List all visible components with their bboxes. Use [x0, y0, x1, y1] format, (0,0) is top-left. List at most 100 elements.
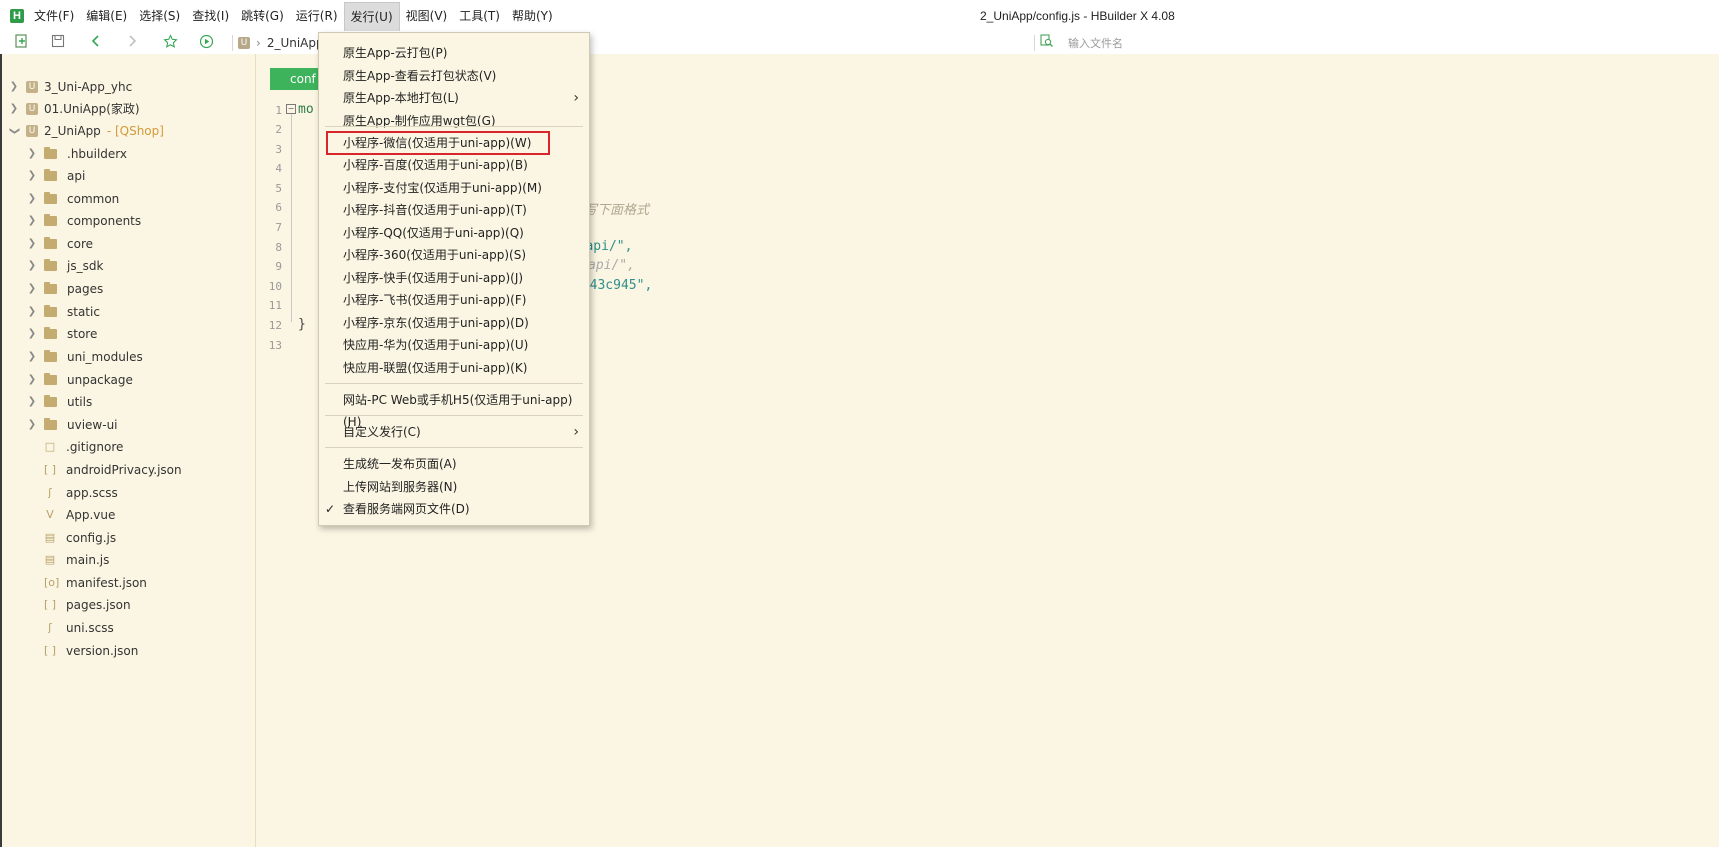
chevron-right-icon[interactable]: ❯ — [26, 369, 38, 391]
chevron-right-icon[interactable]: ❯ — [26, 323, 38, 345]
menu-item-upload-site[interactable]: 上传网站到服务器(N) — [319, 476, 589, 498]
menu-item-mp-kuaishou[interactable]: 小程序-快手(仅适用于uni-app)(J) — [319, 267, 589, 289]
chevron-right-icon[interactable]: ❯ — [26, 255, 38, 277]
menu-item-mp-jd[interactable]: 小程序-京东(仅适用于uni-app)(D) — [319, 312, 589, 334]
tree-folder[interactable]: ❯ store — [26, 323, 97, 345]
chevron-right-icon[interactable]: ❯ — [26, 346, 38, 368]
tree-folder[interactable]: ❯ components — [26, 210, 141, 232]
menu-item-web-h5[interactable]: 网站-PC Web或手机H5(仅适用于uni-app)(H) — [319, 389, 589, 429]
tree-file[interactable]: ʃ app.scss — [44, 482, 118, 504]
breadcrumb-chevron-icon: › — [256, 36, 261, 50]
chevron-right-icon[interactable]: ❯ — [26, 301, 38, 323]
chevron-right-icon[interactable]: ❯ — [8, 98, 20, 120]
line-number: 5 — [275, 182, 282, 195]
tree-file[interactable]: [ ] version.json — [44, 640, 138, 662]
menu-run[interactable]: 运行(R) — [290, 0, 344, 32]
tree-file[interactable]: ʃ uni.scss — [44, 617, 114, 639]
tree-project[interactable]: ❯ U 01.UniApp(家政) — [8, 98, 140, 120]
tree-folder[interactable]: ❯ core — [26, 233, 93, 255]
chevron-right-icon[interactable]: ❯ — [26, 233, 38, 255]
folder-icon — [44, 282, 57, 294]
chevron-right-icon[interactable]: ❯ — [26, 165, 38, 187]
fold-toggle-icon[interactable]: − — [286, 104, 296, 114]
tree-file[interactable]: [ ] pages.json — [44, 594, 131, 616]
tree-project[interactable]: ❯ U 2_UniApp - [QShop] — [8, 120, 164, 142]
toolbar-divider — [1034, 35, 1035, 51]
menu-item-quickapp-union[interactable]: 快应用-联盟(仅适用于uni-app)(K) — [319, 357, 589, 379]
tree-folder[interactable]: ❯ unpackage — [26, 369, 133, 391]
tree-folder[interactable]: ❯ uview-ui — [26, 414, 118, 436]
forward-icon[interactable] — [122, 34, 142, 52]
menu-goto[interactable]: 跳转(G) — [235, 0, 290, 32]
menu-item-mp-weixin[interactable]: 小程序-微信(仅适用于uni-app)(W) — [319, 132, 589, 154]
chevron-right-icon[interactable]: ❯ — [26, 210, 38, 232]
chevron-right-icon[interactable]: ❯ — [26, 143, 38, 165]
run-icon[interactable] — [196, 34, 216, 52]
menu-select[interactable]: 选择(S) — [133, 0, 186, 32]
tree-folder[interactable]: ❯ api — [26, 165, 85, 187]
chevron-right-icon[interactable]: ❯ — [26, 188, 38, 210]
menu-find[interactable]: 查找(I) — [186, 0, 235, 32]
chevron-right-icon[interactable]: ❯ — [8, 76, 20, 98]
back-icon[interactable] — [86, 34, 106, 52]
check-icon: ✓ — [325, 502, 336, 516]
tree-file[interactable]: [o] manifest.json — [44, 572, 147, 594]
menu-publish[interactable]: 发行(U) — [343, 2, 400, 31]
menu-edit[interactable]: 编辑(E) — [80, 0, 133, 32]
tree-file[interactable]: [ ] androidPrivacy.json — [44, 459, 182, 481]
menu-item-mp-baidu[interactable]: 小程序-百度(仅适用于uni-app)(B) — [319, 154, 589, 176]
menu-item-custom-publish[interactable]: 自定义发行(C) › — [319, 421, 589, 443]
menu-item-quickapp-huawei[interactable]: 快应用-华为(仅适用于uni-app)(U) — [319, 334, 589, 356]
tree-folder[interactable]: ❯ uni_modules — [26, 346, 143, 368]
new-file-icon[interactable] — [12, 34, 32, 52]
chevron-right-icon[interactable]: ❯ — [26, 391, 38, 413]
menu-item-view-server-files[interactable]: ✓ 查看服务端网页文件(D) — [319, 498, 589, 520]
tree-folder[interactable]: ❯ js_sdk — [26, 255, 103, 277]
menu-item-mp-toutiao[interactable]: 小程序-抖音(仅适用于uni-app)(T) — [319, 199, 589, 221]
tree-file[interactable]: □ .gitignore — [44, 436, 124, 458]
tree-file-label: pages.json — [66, 598, 131, 612]
menu-item-mp-360[interactable]: 小程序-360(仅适用于uni-app)(S) — [319, 244, 589, 266]
chevron-down-icon[interactable]: ❯ — [3, 125, 25, 137]
menu-tools[interactable]: 工具(T) — [453, 0, 506, 32]
tree-project-label: 3_Uni-App_yhc — [44, 80, 133, 94]
tree-folder[interactable]: ❯ pages — [26, 278, 103, 300]
menu-file[interactable]: 文件(F) — [28, 0, 80, 32]
tree-folder[interactable]: ❯ .hbuilderx — [26, 143, 127, 165]
publish-menu: 原生App-云打包(P) 原生App-查看云打包状态(V) 原生App-本地打包… — [318, 32, 590, 526]
breadcrumb[interactable]: U › 2_UniApp — [238, 34, 324, 52]
json-icon: [ ] — [44, 463, 57, 476]
title-bar: H 文件(F) 编辑(E) 选择(S) 查找(I) 跳转(G) 运行(R) 发行… — [0, 0, 1719, 32]
chevron-right-icon[interactable]: ❯ — [26, 414, 38, 436]
tree-folder[interactable]: ❯ utils — [26, 391, 92, 413]
tree-file[interactable]: ▤ config.js — [44, 527, 116, 549]
file-search — [1040, 32, 1270, 54]
menu-item-release-page[interactable]: 生成统一发布页面(A) — [319, 453, 589, 475]
tree-folder[interactable]: ❯ static — [26, 301, 100, 323]
vue-icon: V — [46, 508, 54, 521]
save-icon[interactable] — [48, 34, 68, 52]
menu-item-local-build[interactable]: 原生App-本地打包(L) › — [319, 87, 589, 109]
tree-project[interactable]: ❯ U 3_Uni-App_yhc — [8, 76, 132, 98]
folder-icon — [44, 327, 57, 339]
file-search-input[interactable] — [1066, 35, 1270, 51]
tree-folder[interactable]: ❯ common — [26, 188, 119, 210]
menu-item-mp-lark[interactable]: 小程序-飞书(仅适用于uni-app)(F) — [319, 289, 589, 311]
tree-folder-label: common — [67, 192, 120, 206]
tree-file[interactable]: ▤ main.js — [44, 549, 110, 571]
menu-item-cloud-build-status[interactable]: 原生App-查看云打包状态(V) — [319, 65, 589, 87]
menu-view[interactable]: 视图(V) — [400, 0, 454, 32]
tree-file[interactable]: V App.vue — [44, 504, 115, 526]
menu-help[interactable]: 帮助(Y) — [506, 0, 559, 32]
tree-folder-label: pages — [67, 282, 104, 296]
tree-folder-label: js_sdk — [67, 259, 104, 273]
folder-icon — [44, 214, 57, 226]
menu-item-cloud-build[interactable]: 原生App-云打包(P) — [319, 42, 589, 64]
chevron-right-icon[interactable]: ❯ — [26, 278, 38, 300]
menu-item-mp-alipay[interactable]: 小程序-支付宝(仅适用于uni-app)(M) — [319, 177, 589, 199]
breadcrumb-project[interactable]: 2_UniApp — [267, 34, 324, 52]
star-icon[interactable] — [160, 34, 180, 52]
manifest-icon: [o] — [44, 576, 60, 589]
menu-item-mp-qq[interactable]: 小程序-QQ(仅适用于uni-app)(Q) — [319, 222, 589, 244]
menu-item-wgt-package[interactable]: 原生App-制作应用wgt包(G) — [319, 110, 589, 132]
